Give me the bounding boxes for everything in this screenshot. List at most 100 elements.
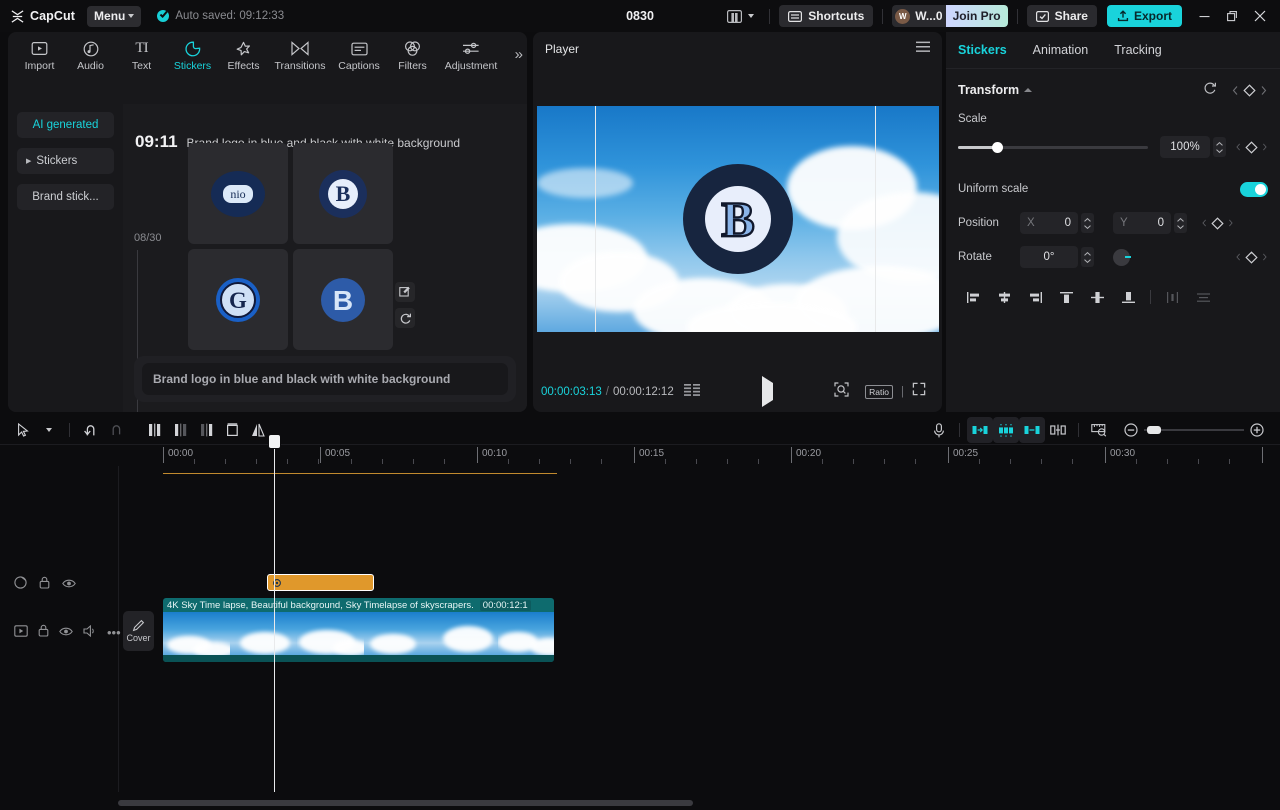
trim-left-button[interactable] xyxy=(167,417,193,443)
video-track-icon[interactable] xyxy=(14,624,28,642)
auto-cut-button[interactable] xyxy=(967,417,993,443)
more-tools-button[interactable]: » xyxy=(515,46,523,63)
prompt-input[interactable]: Brand logo in blue and black with white … xyxy=(142,363,508,395)
scale-slider[interactable] xyxy=(958,146,1148,149)
align-bottom-icon[interactable] xyxy=(1113,286,1144,308)
keyframe-button[interactable] xyxy=(1231,84,1268,97)
crop-button[interactable] xyxy=(219,417,245,443)
record-voiceover-button[interactable] xyxy=(926,417,952,443)
uniform-scale-toggle[interactable] xyxy=(1240,182,1268,197)
zoom-fit-button[interactable] xyxy=(834,382,849,402)
position-x-input[interactable]: X 0 xyxy=(1020,212,1078,234)
position-y-input[interactable]: Y 0 xyxy=(1113,212,1171,234)
share-button[interactable]: Share xyxy=(1027,5,1097,27)
rotate-dial[interactable] xyxy=(1113,249,1130,266)
reset-button[interactable] xyxy=(1203,81,1217,100)
scrollbar-thumb[interactable] xyxy=(118,800,693,806)
rotate-stepper[interactable] xyxy=(1081,247,1094,267)
tool-filters[interactable]: Filters xyxy=(387,36,438,72)
maximize-button[interactable] xyxy=(1218,0,1246,32)
align-top-icon[interactable] xyxy=(1051,286,1082,308)
play-button[interactable] xyxy=(762,383,773,401)
playhead[interactable] xyxy=(274,444,275,792)
align-right-icon[interactable] xyxy=(1020,286,1051,308)
logo-sticker-overlay[interactable]: B xyxy=(678,159,798,279)
scale-value-input[interactable]: 100% xyxy=(1160,136,1210,158)
marker-button[interactable] xyxy=(1086,417,1112,443)
tool-audio[interactable]: Audio xyxy=(65,36,116,72)
sticker-result-1[interactable]: nio xyxy=(188,143,288,244)
sticker-result-2[interactable]: B xyxy=(293,143,393,244)
cover-button[interactable]: Cover xyxy=(123,611,154,651)
join-pro-button[interactable]: Join Pro xyxy=(946,5,1008,27)
category-brand-stickers[interactable]: Brand stick... xyxy=(17,184,114,210)
player-menu-button[interactable] xyxy=(916,40,930,58)
sticker-clip[interactable] xyxy=(267,574,374,591)
more-options-icon[interactable]: ••• xyxy=(107,629,121,637)
video-preview[interactable]: B xyxy=(537,106,939,332)
select-tool-dropdown[interactable] xyxy=(36,417,62,443)
distribute-v-icon[interactable] xyxy=(1188,286,1219,308)
trim-right-button[interactable] xyxy=(193,417,219,443)
video-clip[interactable]: 4K Sky Time lapse, Beautiful background,… xyxy=(163,598,554,662)
align-middle-v-icon[interactable] xyxy=(1082,286,1113,308)
auto-link-button[interactable] xyxy=(1019,417,1045,443)
auto-adjust-button[interactable] xyxy=(993,417,1019,443)
align-center-h-icon[interactable] xyxy=(989,286,1020,308)
tool-effects[interactable]: Effects xyxy=(218,36,269,72)
category-stickers[interactable]: ▶ Stickers xyxy=(17,148,114,174)
volume-icon[interactable] xyxy=(83,624,97,642)
eye-icon[interactable] xyxy=(62,576,76,594)
ratio-button[interactable]: Ratio xyxy=(865,385,893,399)
playhead-handle[interactable] xyxy=(268,434,281,449)
timeline-ruler[interactable]: 00:00 00:05 00:10 00:15 00:20 00:25 00:3… xyxy=(0,444,1280,466)
tool-captions[interactable]: Captions xyxy=(331,36,387,72)
rotate-input[interactable]: 0° xyxy=(1020,246,1078,268)
distribute-h-icon[interactable] xyxy=(1157,286,1188,308)
eye-icon[interactable] xyxy=(59,624,73,642)
chevron-up-icon[interactable] xyxy=(1024,88,1032,92)
scale-slider-knob[interactable] xyxy=(992,142,1003,153)
tool-transitions[interactable]: Transitions xyxy=(269,36,331,72)
tab-stickers[interactable]: Stickers xyxy=(958,43,1007,57)
position-keyframe-button[interactable] xyxy=(1201,217,1234,230)
tab-animation[interactable]: Animation xyxy=(1033,43,1089,57)
lock-icon[interactable] xyxy=(39,576,50,594)
tool-adjustment[interactable]: Adjustment xyxy=(438,36,504,72)
rotate-keyframe-button[interactable] xyxy=(1235,251,1268,264)
split-button[interactable] xyxy=(141,417,167,443)
category-ai-generated[interactable]: AI generated xyxy=(17,112,114,138)
freeze-frame-button[interactable] xyxy=(1045,417,1071,443)
edit-prompt-button[interactable] xyxy=(395,282,415,302)
export-button[interactable]: Export xyxy=(1107,5,1182,27)
scale-keyframe-button[interactable] xyxy=(1235,141,1268,154)
lock-icon[interactable] xyxy=(38,624,49,642)
tool-import[interactable]: Import xyxy=(14,36,65,72)
sticker-track-icon[interactable] xyxy=(14,576,27,594)
redo-button[interactable] xyxy=(103,417,129,443)
tab-tracking[interactable]: Tracking xyxy=(1114,43,1161,57)
zoom-out-button[interactable] xyxy=(1118,417,1144,443)
sticker-result-4[interactable]: B xyxy=(293,249,393,350)
position-y-stepper[interactable] xyxy=(1174,213,1187,233)
position-x-stepper[interactable] xyxy=(1081,213,1094,233)
sticker-result-3[interactable]: G xyxy=(188,249,288,350)
regenerate-button[interactable] xyxy=(395,308,415,328)
menu-button[interactable]: Menu xyxy=(87,6,141,27)
scale-stepper[interactable] xyxy=(1213,137,1226,157)
zoom-in-button[interactable] xyxy=(1244,417,1270,443)
minimize-button[interactable] xyxy=(1190,0,1218,32)
account-button[interactable]: W W...0 xyxy=(892,5,945,27)
timeline-scrollbar[interactable] xyxy=(118,800,1268,806)
close-button[interactable] xyxy=(1246,0,1274,32)
select-tool-button[interactable] xyxy=(10,417,36,443)
fullscreen-button[interactable] xyxy=(912,382,926,401)
undo-button[interactable] xyxy=(77,417,103,443)
frame-view-button[interactable] xyxy=(684,383,701,401)
tool-stickers[interactable]: Stickers xyxy=(167,36,218,72)
zoom-slider-knob[interactable] xyxy=(1147,426,1161,434)
zoom-slider[interactable] xyxy=(1144,424,1244,436)
shortcuts-button[interactable]: Shortcuts xyxy=(779,5,873,27)
tool-text[interactable]: TI Text xyxy=(116,36,167,72)
align-left-icon[interactable] xyxy=(958,286,989,308)
